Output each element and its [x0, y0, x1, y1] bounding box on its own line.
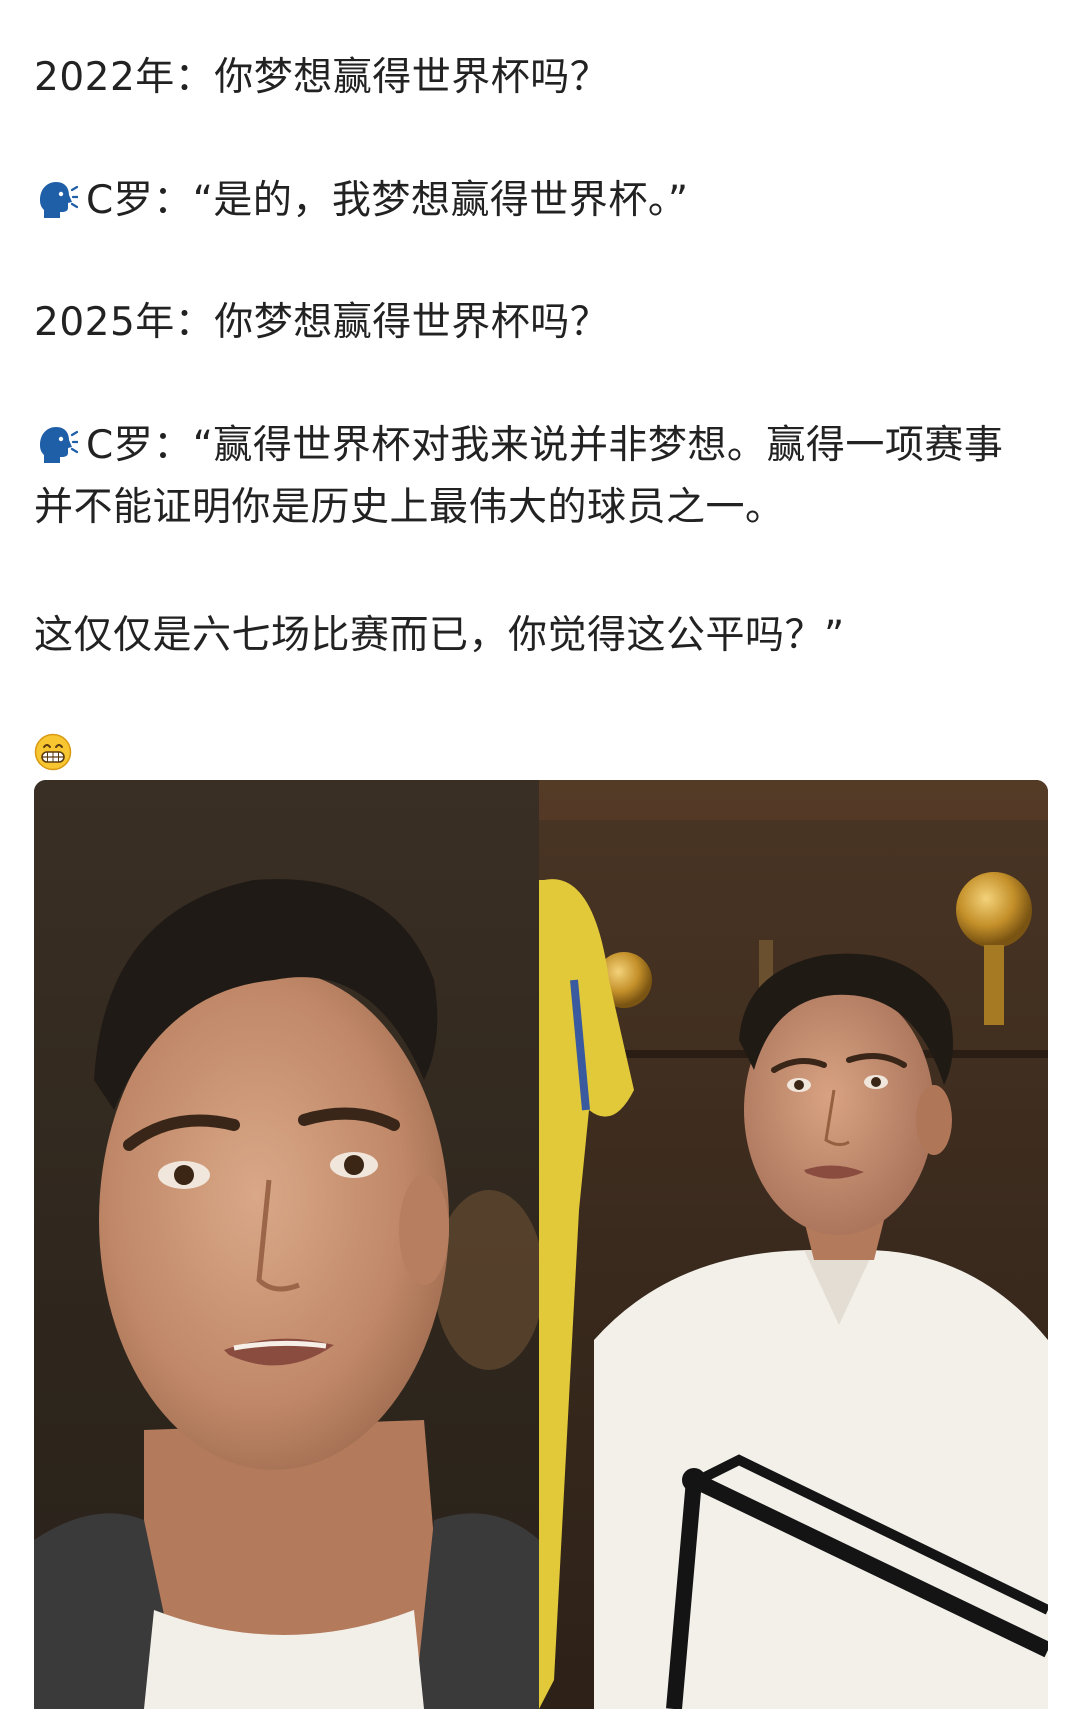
- interview-photo-comparison[interactable]: [34, 780, 1048, 1709]
- answer-2022-row: C罗：“是的，我梦想赢得世界杯。”: [34, 170, 1040, 232]
- answer-2025-row: C罗：“赢得世界杯对我来说并非梦想。赢得一项赛事并不能证明你是历史上最伟大的球员…: [34, 415, 1040, 539]
- speaking-head-icon: [34, 423, 78, 467]
- interview-photo-graphic: [34, 780, 1048, 1709]
- answer-2022-text: C罗：“是的，我梦想赢得世界杯。”: [86, 178, 689, 223]
- speaking-head-icon: [34, 178, 78, 222]
- post-content: 2022年：你梦想赢得世界杯吗？ C罗：“是的，我梦想赢得世界杯。” 2025年…: [0, 0, 1080, 1709]
- question-2025: 2025年：你梦想赢得世界杯吗？: [34, 300, 610, 345]
- answer-2025-continuation: 这仅仅是六七场比赛而已，你觉得这公平吗？”: [34, 613, 845, 658]
- answer-2025-text: C罗：“赢得世界杯对我来说并非梦想。赢得一项赛事并不能证明你是历史上最伟大的球员…: [34, 423, 1004, 530]
- grinning-face-icon: [34, 733, 72, 771]
- question-2022: 2022年：你梦想赢得世界杯吗？: [34, 55, 610, 100]
